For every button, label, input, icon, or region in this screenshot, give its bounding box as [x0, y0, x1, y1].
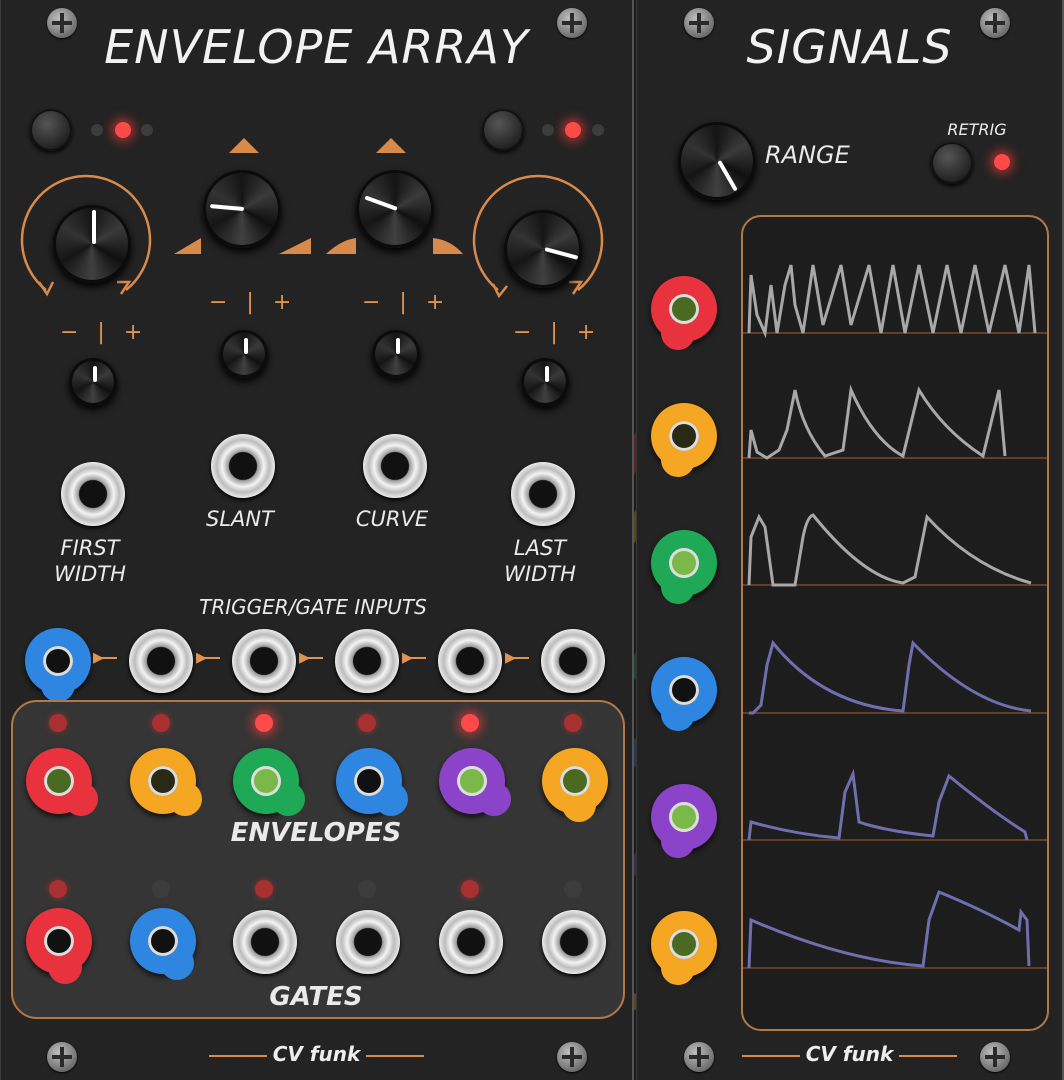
module-title: SIGNALS — [746, 20, 953, 74]
outputs-section — [11, 700, 625, 1019]
last-width-knob[interactable] — [504, 210, 582, 288]
envelopes-label: ENVELOPES — [230, 818, 402, 848]
scope-trace-4 — [743, 639, 1047, 715]
gate-led-4 — [358, 880, 376, 898]
first-width-cv-knob[interactable] — [69, 358, 117, 406]
first-width-knob[interactable] — [53, 205, 131, 283]
last-width-cv-jack[interactable] — [511, 462, 575, 526]
gate-output-3-jack[interactable] — [233, 910, 297, 974]
envelope-output-4-plug[interactable] — [336, 748, 408, 816]
gate-led-2 — [152, 880, 170, 898]
attenuverter-sign: − | + — [362, 290, 451, 315]
envelope-led-4 — [358, 714, 376, 732]
envelope-output-5-plug[interactable] — [439, 748, 511, 816]
curve-cv-knob[interactable] — [372, 330, 420, 378]
envelope-led-1 — [49, 714, 67, 732]
gate-led-5 — [461, 880, 479, 898]
gate-output-1-plug[interactable] — [26, 908, 92, 992]
curve-knob[interactable] — [356, 170, 434, 248]
brand-label: CV funk — [272, 1042, 361, 1066]
scope-trace-5 — [743, 768, 1047, 841]
envelope-output-2-plug[interactable] — [130, 748, 202, 816]
scope-display — [741, 215, 1049, 1031]
curve-cv-jack[interactable] — [363, 434, 427, 498]
envelope-array-module: ENVELOPE ARRAY − | + − | + − | + − | + F… — [0, 0, 634, 1080]
signal-input-6-plug[interactable] — [651, 911, 717, 992]
trigger-input-1-plug[interactable] — [25, 628, 91, 710]
retrig-label: RETRIG — [947, 120, 1007, 139]
scope-trace-3 — [743, 513, 1047, 587]
slant-cv-jack[interactable] — [211, 434, 275, 498]
scope-trace-6 — [743, 890, 1047, 969]
range-label: RANGE — [765, 141, 850, 169]
last-width-label: LAST WIDTH — [504, 536, 576, 586]
envelope-led-5 — [461, 714, 479, 732]
gate-led-1 — [49, 880, 67, 898]
attenuverter-sign: − | + — [513, 320, 602, 345]
gate-output-4-jack[interactable] — [336, 910, 400, 974]
trigger-input-2-jack[interactable] — [129, 629, 193, 693]
trigger-input-5-jack[interactable] — [438, 629, 502, 693]
module-title: ENVELOPE ARRAY — [104, 20, 529, 74]
first-width-label: FIRST WIDTH — [54, 536, 126, 586]
trigger-input-6-jack[interactable] — [541, 629, 605, 693]
gate-led-6 — [564, 880, 582, 898]
trigger-gate-inputs-label: TRIGGER/GATE INPUTS — [199, 595, 427, 619]
gate-led-3 — [255, 880, 273, 898]
signal-input-1-plug[interactable] — [651, 276, 717, 357]
trigger-input-4-jack[interactable] — [335, 629, 399, 693]
envelope-led-3 — [255, 714, 273, 732]
signals-module: SIGNALS RANGE RETRIG CV funk — [636, 0, 1064, 1080]
first-width-cv-jack[interactable] — [61, 462, 125, 526]
brand-footer: CV funk — [1, 1042, 632, 1066]
slant-cv-knob[interactable] — [220, 330, 268, 378]
signal-input-4-plug[interactable] — [651, 657, 717, 738]
curve-label: CURVE — [355, 507, 429, 531]
retrig-led — [994, 154, 1010, 170]
attenuverter-sign: − | + — [209, 290, 298, 315]
scope-trace-1 — [743, 264, 1047, 339]
signal-input-2-plug[interactable] — [651, 403, 717, 484]
envelope-led-2 — [152, 714, 170, 732]
signal-input-5-plug[interactable] — [651, 784, 717, 865]
gate-output-6-jack[interactable] — [542, 910, 606, 974]
slant-label: SLANT — [206, 507, 274, 531]
gate-output-5-jack[interactable] — [439, 910, 503, 974]
gate-output-2-plug[interactable] — [130, 908, 196, 980]
signal-input-3-plug[interactable] — [651, 530, 717, 611]
envelope-output-3-plug[interactable] — [233, 748, 305, 816]
trigger-input-3-jack[interactable] — [232, 629, 296, 693]
envelope-output-6-plug[interactable] — [542, 748, 608, 822]
attenuverter-sign: − | + — [60, 320, 149, 345]
gates-label: GATES — [269, 982, 363, 1012]
slant-knob[interactable] — [203, 170, 281, 248]
retrig-button[interactable] — [931, 142, 973, 184]
brand-footer: CV funk — [637, 1042, 1062, 1066]
envelope-led-6 — [564, 714, 582, 732]
envelope-output-1-plug[interactable] — [26, 748, 103, 821]
last-width-cv-knob[interactable] — [521, 358, 569, 406]
brand-label: CV funk — [805, 1042, 894, 1066]
range-knob[interactable] — [678, 122, 756, 200]
scope-trace-2 — [743, 384, 1047, 460]
